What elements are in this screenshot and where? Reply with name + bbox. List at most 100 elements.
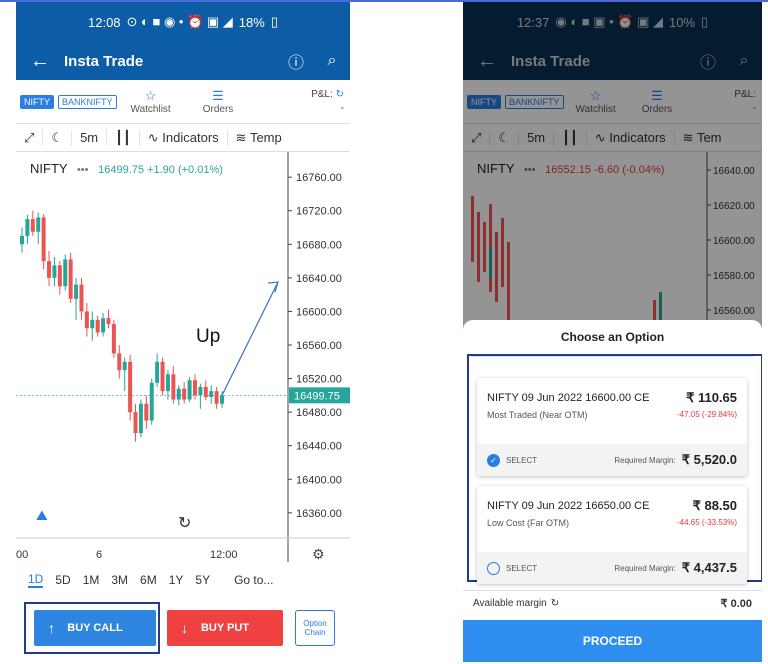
- range-1y[interactable]: 1Y: [169, 573, 184, 587]
- dark-mode-icon[interactable]: ☾: [43, 129, 73, 146]
- price-tick-label: 16440.00: [296, 441, 342, 453]
- candle-body: [106, 318, 111, 325]
- indicators-label: Indicators: [162, 129, 219, 145]
- price-chart[interactable]: 16760.00 16720.00 16680.00 16640.00 16600.00…: [16, 152, 350, 562]
- candle-body: [149, 382, 154, 421]
- check-icon[interactable]: ✓: [487, 453, 500, 467]
- radio-icon[interactable]: [487, 561, 500, 575]
- pnl-label: P&L:: [311, 88, 333, 100]
- chip-banknifty[interactable]: BANKNIFTY: [58, 94, 117, 109]
- price-tick-label: 16720.00: [296, 206, 342, 218]
- price-tick-label: 16400.00: [296, 474, 342, 486]
- candle-type-icon[interactable]: ┃┃: [107, 129, 140, 146]
- page-title: Insta Trade: [64, 52, 144, 70]
- candle-body: [36, 217, 41, 232]
- option-card[interactable]: NIFTY 09 Jun 2022 16650.00 CE ₹ 88.50 Lo…: [477, 486, 747, 584]
- range-1m[interactable]: 1M: [83, 573, 100, 587]
- candlestick-chart[interactable]: 16760.00 16720.00 16680.00 16640.00 16600.00…: [16, 152, 350, 562]
- option-card[interactable]: NIFTY 09 Jun 2022 16600.00 CE ₹ 110.65 M…: [477, 378, 747, 476]
- modal-backdrop[interactable]: [463, 2, 762, 332]
- candle-body: [63, 259, 68, 287]
- pnl-value: -: [340, 102, 344, 114]
- candle-body: [133, 412, 138, 434]
- candle-body: [214, 391, 219, 404]
- search-icon[interactable]: ⌕: [314, 52, 350, 70]
- buy-put-button[interactable]: ↓ BUY PUT: [167, 610, 283, 646]
- trade-actions: ↑ BUY CALL ↓ BUY PUT Option Chain: [16, 596, 350, 656]
- option-footer: ✓ SELECT Required Margin: ₹ 5,520.0: [477, 444, 747, 476]
- candle-body: [198, 386, 203, 396]
- indicators-button[interactable]: ∿ Indicators: [140, 129, 228, 146]
- price-tick-label: 16600.00: [296, 306, 342, 318]
- margin-value: ₹ 4,437.5: [681, 560, 737, 575]
- available-margin-label: Available margin: [473, 598, 547, 609]
- templates-label: Temp: [249, 129, 282, 145]
- candle-body: [182, 388, 187, 400]
- trend-arrow-head: [267, 281, 279, 293]
- range-5y[interactable]: 5Y: [195, 573, 210, 587]
- trend-arrow-line: [221, 281, 279, 396]
- time-tick-label: 6: [96, 549, 102, 561]
- margin-label: Required Margin:: [614, 455, 676, 465]
- candle-body: [47, 261, 52, 278]
- buy-call-button[interactable]: ↑ BUY CALL: [34, 610, 156, 646]
- range-1d[interactable]: 1D: [28, 572, 44, 588]
- orders-label: Orders: [202, 104, 234, 115]
- interval-select[interactable]: 5m: [72, 130, 108, 145]
- phone-screen-options: 12:37 ◉ ◐ ■ ▣ • ⏰ ▣ ◢ 10% ▯ ← Insta Trad…: [463, 2, 762, 664]
- candle-body: [84, 311, 89, 329]
- range-goto[interactable]: Go to...: [234, 573, 273, 587]
- watchlist-button[interactable]: ☆ Watchlist: [131, 88, 171, 115]
- buy-call-label: BUY CALL: [67, 622, 123, 634]
- candle-body: [74, 284, 79, 299]
- range-6m[interactable]: 6M: [140, 573, 157, 587]
- price-tick-label: 16640.00: [296, 273, 342, 285]
- price-tick-label: 16680.00: [296, 239, 342, 251]
- candle-body: [160, 361, 165, 392]
- candle-body: [171, 374, 176, 400]
- proceed-button[interactable]: PROCEED: [463, 620, 762, 662]
- candle-body: [57, 265, 62, 287]
- range-3m[interactable]: 3M: [111, 573, 128, 587]
- option-name: NIFTY 09 Jun 2022 16600.00 CE: [487, 392, 650, 404]
- fullscreen-icon[interactable]: ⤢: [16, 129, 44, 146]
- info-icon[interactable]: ⓘ: [278, 49, 314, 73]
- candle-body: [128, 361, 133, 413]
- broker-logo-icon: ⛰: [36, 508, 48, 524]
- candle-body: [117, 353, 122, 371]
- price-tick-label: 16560.00: [296, 340, 342, 352]
- app-bar: ← Insta Trade ⓘ ⌕: [16, 42, 350, 80]
- battery-icon: ▯: [270, 14, 278, 29]
- back-arrow-icon[interactable]: ←: [16, 50, 64, 73]
- option-change: -44.65 (-33.53%): [676, 518, 737, 527]
- option-chain-button[interactable]: Option Chain: [295, 610, 335, 646]
- orders-icon: ☰: [212, 88, 224, 103]
- candle-body: [79, 284, 84, 312]
- candle-body: [122, 361, 127, 371]
- candle-body: [101, 318, 106, 333]
- candle-body: [90, 319, 95, 329]
- candle-body: [41, 217, 46, 262]
- range-5d[interactable]: 5D: [55, 573, 70, 587]
- available-margin-value: ₹ 0.00: [720, 598, 752, 610]
- candle-body: [68, 259, 73, 299]
- candle-body: [220, 395, 224, 404]
- templates-button[interactable]: ≋ Temp: [228, 130, 290, 146]
- refresh-icon[interactable]: ↻: [336, 89, 344, 100]
- range-selector: 1D 5D 1M 3M 6M 1Y 5Y Go to...: [16, 568, 350, 592]
- watchlist-icon: ☆: [144, 88, 157, 103]
- price-tick-label: 16480.00: [296, 407, 342, 419]
- settings-gear-icon: ⚙: [312, 547, 325, 562]
- candle-body: [52, 265, 57, 278]
- chip-nifty[interactable]: NIFTY: [20, 94, 54, 109]
- candle-body: [187, 380, 192, 400]
- option-change: -47.05 (-29.84%): [676, 410, 737, 419]
- price-tick-label: 16760.00: [296, 172, 342, 184]
- status-bar: 12:08 ⊙ ◐ ■ ◉ • ⏰ ▣ ◢ 18% ▯: [16, 2, 350, 42]
- choose-option-sheet: Choose an Option NIFTY 09 Jun 2022 16600…: [463, 320, 762, 664]
- orders-button[interactable]: ☰ Orders: [203, 88, 234, 115]
- more-icon[interactable]: •••: [77, 164, 89, 176]
- time-tick-label: 00: [16, 549, 28, 561]
- refresh-icon-2[interactable]: ↻: [551, 598, 559, 609]
- candle-body: [20, 235, 24, 245]
